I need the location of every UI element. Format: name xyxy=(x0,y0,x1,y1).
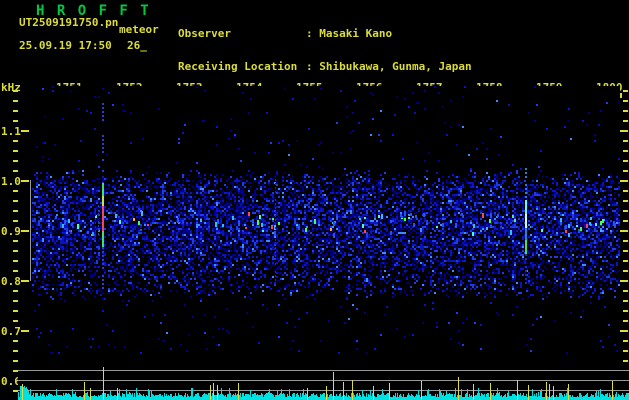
info-label: Receiving Location xyxy=(178,60,298,73)
axis-tick xyxy=(623,340,628,342)
axis-tick xyxy=(13,320,18,322)
axis-tick xyxy=(623,100,628,102)
axis-tick xyxy=(623,90,628,92)
axis-tick xyxy=(623,350,628,352)
axis-tick xyxy=(623,260,628,262)
info-value: Masaki Kano xyxy=(319,27,393,40)
axis-tick xyxy=(623,170,628,172)
axis-tick xyxy=(21,130,29,132)
info-row-observer: Observer: Masaki Kano xyxy=(178,28,544,39)
axis-tick xyxy=(13,120,18,122)
axis-tick xyxy=(623,310,628,312)
axis-tick xyxy=(21,330,29,332)
info-row-location: Receiving Location: Shibukawa, Gunma, Ja… xyxy=(178,61,544,72)
axis-tick xyxy=(623,320,628,322)
y-tick-label: 0.8 xyxy=(1,275,21,288)
axis-tick xyxy=(13,270,18,272)
axis-tick xyxy=(13,220,18,222)
spectrogram-canvas xyxy=(32,86,620,354)
axis-tick xyxy=(13,310,18,312)
axis-tick xyxy=(623,190,628,192)
signal-level-canvas xyxy=(18,364,629,400)
info-label: Observer xyxy=(178,27,231,40)
axis-tick xyxy=(13,340,18,342)
axis-tick xyxy=(623,220,628,222)
axis-tick xyxy=(13,250,18,252)
axis-tick xyxy=(13,260,18,262)
y-tick-label: 1.1 xyxy=(1,125,21,138)
info-sep: : xyxy=(306,27,320,40)
axis-tick xyxy=(21,230,29,232)
axis-tick xyxy=(13,190,18,192)
axis-tick xyxy=(13,140,18,142)
axis-tick xyxy=(13,170,18,172)
axis-tick xyxy=(623,300,628,302)
station-name: meteor xyxy=(118,23,159,36)
axis-tick xyxy=(13,300,18,302)
axis-tick xyxy=(13,150,18,152)
axis-tick xyxy=(623,250,628,252)
axis-tick xyxy=(13,200,18,202)
axis-tick xyxy=(623,360,628,362)
axis-tick xyxy=(623,120,628,122)
info-value: Shibukawa, Gunma, Japan xyxy=(319,60,472,73)
axis-tick xyxy=(21,280,29,282)
x-axis-tick xyxy=(620,93,622,98)
y-axis-border-line xyxy=(30,180,31,281)
info-sep: : xyxy=(306,60,320,73)
axis-tick xyxy=(21,180,29,182)
axis-tick xyxy=(623,140,628,142)
axis-tick xyxy=(623,160,628,162)
axis-tick xyxy=(13,110,18,112)
axis-tick xyxy=(13,240,18,242)
axis-tick xyxy=(623,210,628,212)
y-tick-label: 0.7 xyxy=(1,325,21,338)
axis-tick xyxy=(13,160,18,162)
axis-tick xyxy=(623,240,628,242)
axis-tick xyxy=(13,360,18,362)
output-filename: UT2509191750.pn xyxy=(19,16,119,29)
axis-tick xyxy=(623,290,628,292)
current-datetime: 25.09.19 17:50 xyxy=(19,39,112,52)
axis-tick xyxy=(13,210,18,212)
hrofft-window: H R O F F T UT2509191750.pn meteor 25.09… xyxy=(0,0,629,400)
axis-tick xyxy=(13,290,18,292)
axis-tick xyxy=(623,150,628,152)
second-counter: 26_ xyxy=(127,39,147,52)
axis-tick xyxy=(623,110,628,112)
axis-tick xyxy=(13,100,18,102)
axis-tick xyxy=(13,350,18,352)
axis-tick xyxy=(623,270,628,272)
axis-tick xyxy=(623,200,628,202)
y-tick-label: 0.9 xyxy=(1,225,21,238)
axis-tick xyxy=(13,90,18,92)
y-tick-label: 1.0 xyxy=(1,175,21,188)
